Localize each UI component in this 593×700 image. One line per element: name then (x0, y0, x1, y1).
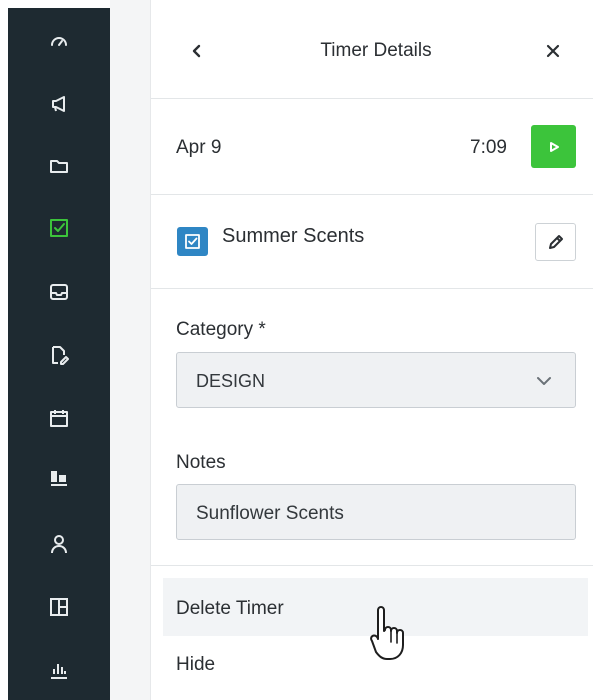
hide-button[interactable]: Hide (176, 654, 215, 676)
close-button[interactable] (539, 36, 567, 66)
timer-date: Apr 9 (176, 137, 222, 158)
task-row: Summer Scents (151, 195, 593, 289)
sidebar (8, 8, 110, 700)
close-icon (546, 44, 560, 58)
timer-duration: 7:09 (470, 137, 507, 158)
chevron-down-icon (537, 377, 551, 385)
background-area (110, 0, 150, 700)
hand-cursor-icon (370, 606, 404, 660)
checkbox-icon[interactable] (48, 217, 70, 239)
megaphone-icon[interactable] (48, 93, 70, 115)
divider (151, 565, 593, 566)
gauge-icon[interactable] (48, 30, 70, 52)
bar-chart-icon[interactable] (48, 659, 70, 681)
category-label: Category * (176, 319, 266, 340)
folder-icon[interactable] (48, 155, 70, 177)
edit-task-button[interactable] (535, 223, 576, 261)
document-edit-icon[interactable] (48, 344, 70, 366)
category-select[interactable]: DESIGN (176, 352, 576, 408)
play-icon (549, 141, 559, 152)
timer-details-panel: Timer Details Apr 9 7:09 Summer Scents C… (150, 0, 593, 700)
calendar-icon[interactable] (48, 407, 70, 429)
page-title: Timer Details (320, 40, 432, 61)
delete-timer-label: Delete Timer (176, 598, 284, 619)
notes-field[interactable]: Sunflower Scents (176, 484, 576, 540)
layout-icon[interactable] (48, 596, 70, 618)
inbox-icon[interactable] (48, 281, 70, 303)
timer-row: Apr 9 7:09 (151, 99, 593, 195)
category-value: DESIGN (196, 371, 266, 391)
notes-label: Notes (176, 452, 226, 473)
panel-header: Timer Details (151, 0, 593, 99)
pencil-icon (548, 235, 563, 249)
task-name: Summer Scents (222, 225, 365, 247)
workload-icon[interactable] (48, 467, 70, 489)
play-button[interactable] (531, 125, 576, 168)
task-checkbox-icon (177, 227, 208, 256)
person-icon[interactable] (48, 533, 70, 555)
notes-value: Sunflower Scents (196, 503, 344, 524)
